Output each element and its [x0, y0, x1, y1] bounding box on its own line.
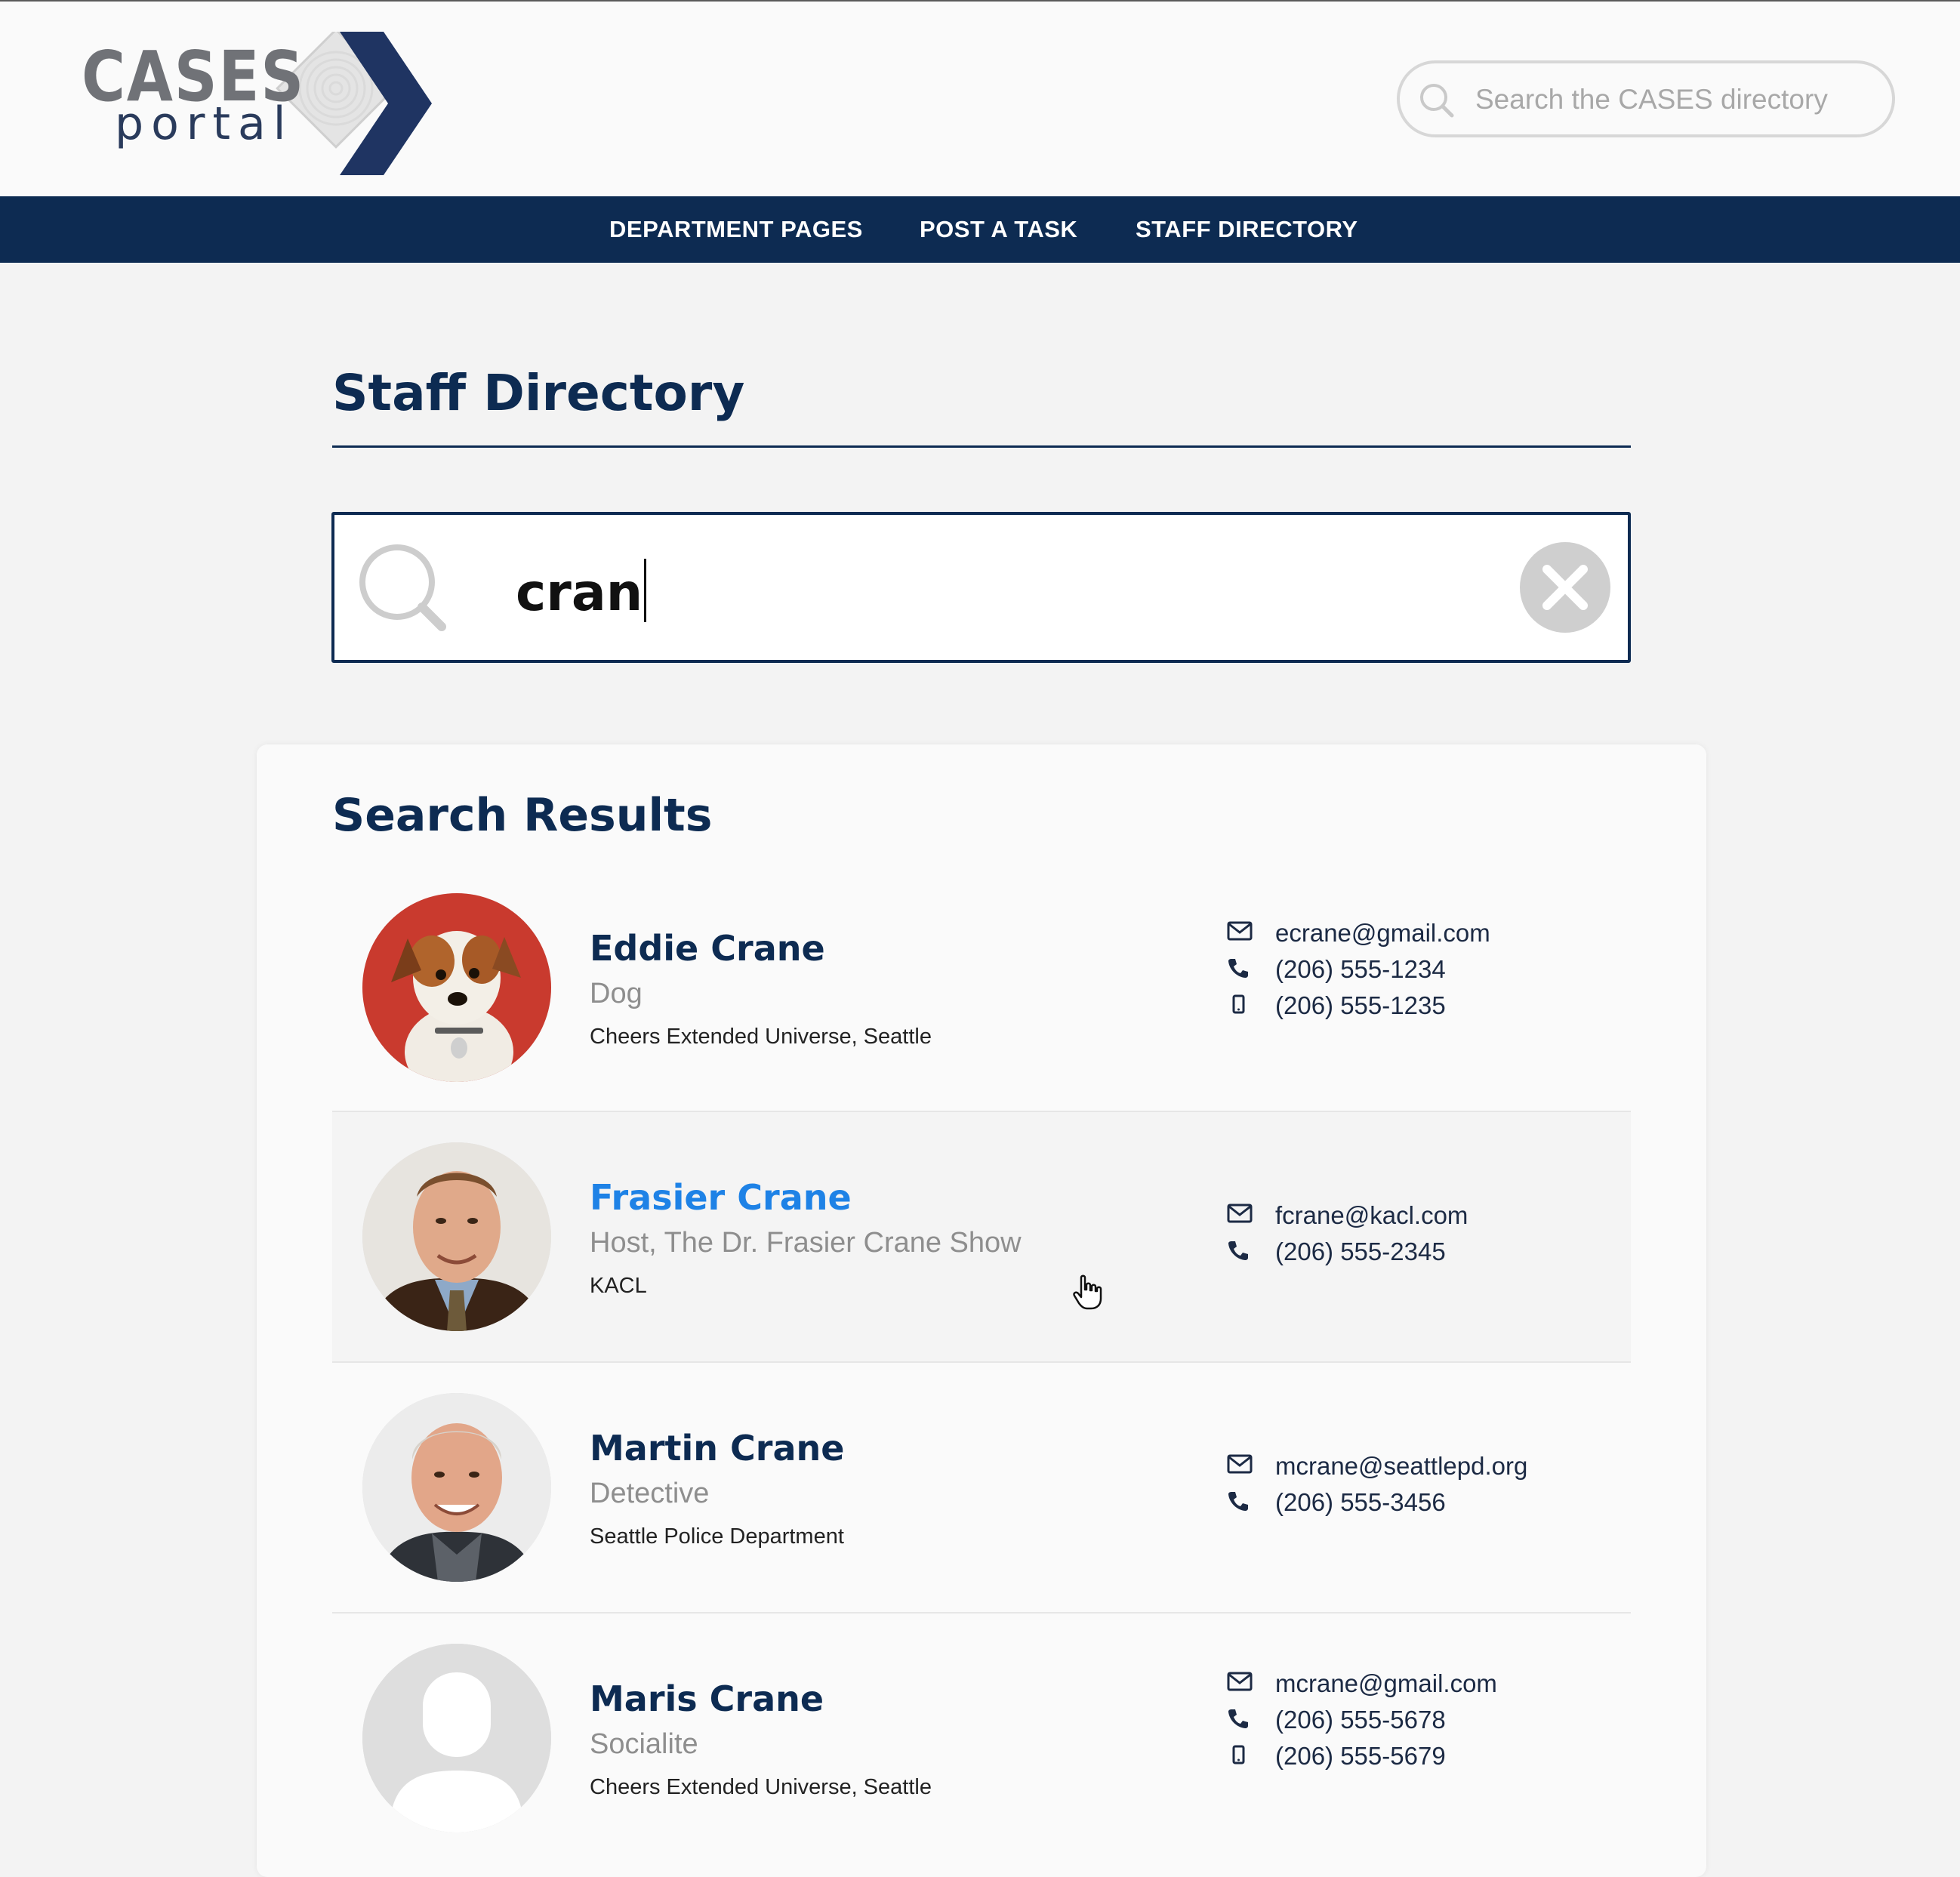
phone-icon — [1228, 959, 1248, 978]
email-link[interactable]: mcrane@seattlepd.org — [1275, 1453, 1527, 1478]
page-title: Staff Directory — [332, 364, 745, 422]
logo-portal-text: portal — [115, 97, 294, 150]
mobile-link[interactable]: (206) 555-5679 — [1275, 1743, 1446, 1768]
avatar — [362, 1644, 551, 1832]
older-man-photo — [362, 1393, 551, 1582]
result-row[interactable]: Maris Crane Socialite Cheers Extended Un… — [332, 1613, 1631, 1864]
mobile-phone-icon — [1232, 1745, 1245, 1765]
envelope-icon — [1227, 921, 1253, 941]
nav-staff-directory[interactable]: STAFF DIRECTORY — [1136, 196, 1358, 263]
text-caret — [644, 559, 647, 622]
person-role: Host, The Dr. Frasier Crane Show — [590, 1227, 1022, 1259]
clear-search-icon[interactable] — [1518, 541, 1612, 634]
hand-pointer-cursor-icon — [1073, 1274, 1102, 1310]
result-row[interactable]: Martin Crane Detective Seattle Police De… — [332, 1363, 1631, 1613]
phone-link[interactable]: (206) 555-2345 — [1275, 1239, 1446, 1264]
search-query-text: cran — [516, 563, 643, 623]
envelope-icon — [1227, 1454, 1253, 1474]
result-row[interactable]: Eddie Crane Dog Cheers Extended Universe… — [332, 863, 1631, 1114]
result-row[interactable]: Frasier Crane Host, The Dr. Frasier Cran… — [332, 1112, 1631, 1363]
person-name[interactable]: Martin Crane — [590, 1431, 844, 1466]
nav-post-a-task[interactable]: POST A TASK — [920, 196, 1077, 263]
envelope-icon — [1227, 1672, 1253, 1691]
person-organization: Cheers Extended Universe, Seattle — [590, 1025, 932, 1049]
email-link[interactable]: mcrane@gmail.com — [1275, 1671, 1497, 1696]
title-divider — [332, 445, 1631, 448]
phone-icon — [1228, 1241, 1248, 1260]
person-role: Dog — [590, 978, 643, 1009]
man-suit-photo — [362, 1142, 551, 1331]
header-search-input[interactable] — [1475, 72, 1868, 127]
person-role: Socialite — [590, 1728, 698, 1760]
phone-link[interactable]: (206) 555-3456 — [1275, 1490, 1446, 1515]
avatar — [362, 893, 551, 1082]
search-results-panel: Search Results Eddie Crane Dog Cheers Ex… — [257, 744, 1706, 1877]
phone-link[interactable]: (206) 555-5678 — [1275, 1707, 1446, 1732]
person-organization: KACL — [590, 1274, 647, 1298]
phone-link[interactable]: (206) 555-1234 — [1275, 957, 1446, 982]
person-name[interactable]: Eddie Crane — [590, 931, 825, 966]
phone-icon — [1228, 1709, 1248, 1728]
dog-photo — [362, 893, 551, 1082]
header-search-box[interactable] — [1397, 60, 1895, 137]
main-nav: DEPARTMENT PAGES POST A TASK STAFF DIREC… — [0, 196, 1960, 263]
directory-search-box[interactable]: cran — [331, 512, 1631, 663]
directory-search-input[interactable]: cran — [516, 559, 647, 623]
phone-icon — [1228, 1492, 1248, 1511]
avatar — [362, 1393, 551, 1582]
person-organization: Cheers Extended Universe, Seattle — [590, 1775, 932, 1799]
email-link[interactable]: fcrane@kacl.com — [1275, 1203, 1468, 1228]
person-organization: Seattle Police Department — [590, 1524, 844, 1549]
cases-portal-logo[interactable]: CASES portal — [76, 32, 432, 175]
envelope-icon — [1227, 1204, 1253, 1223]
person-name[interactable]: Maris Crane — [590, 1681, 824, 1716]
results-title: Search Results — [332, 789, 713, 842]
placeholder-person-icon — [362, 1644, 551, 1832]
mobile-phone-icon — [1232, 994, 1245, 1014]
nav-department-pages[interactable]: DEPARTMENT PAGES — [609, 196, 863, 263]
site-header: CASES portal — [0, 2, 1960, 196]
person-role: Detective — [590, 1478, 710, 1509]
search-icon — [359, 544, 446, 631]
search-icon — [1420, 84, 1454, 118]
person-name[interactable]: Frasier Crane — [590, 1180, 852, 1215]
email-link[interactable]: ecrane@gmail.com — [1275, 920, 1490, 945]
avatar — [362, 1142, 551, 1331]
mobile-link[interactable]: (206) 555-1235 — [1275, 993, 1446, 1018]
